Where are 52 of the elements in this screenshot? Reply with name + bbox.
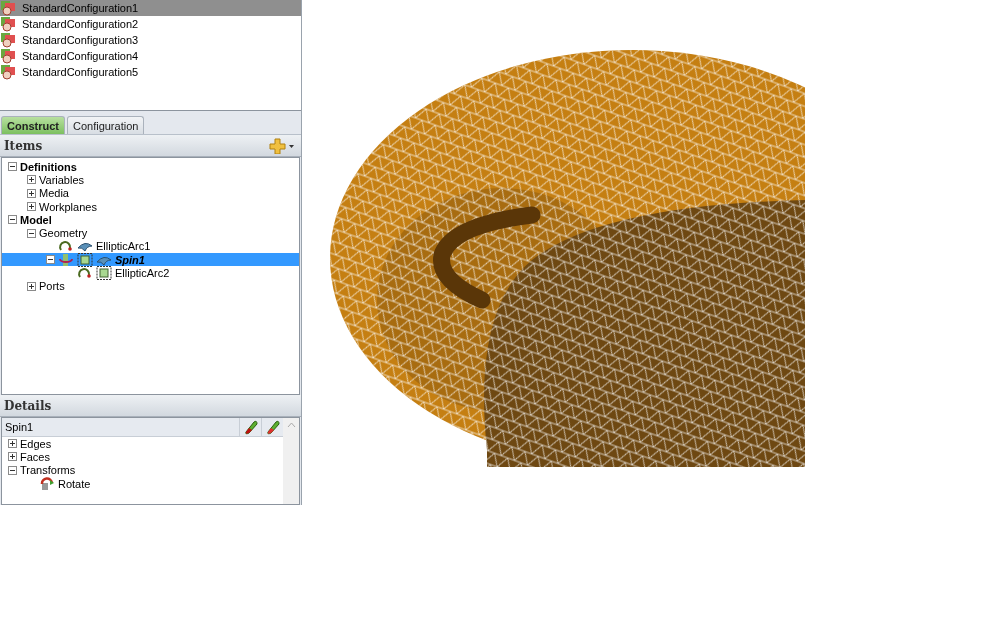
tree-item[interactable]: Transforms [2, 463, 283, 477]
tree-item[interactable]: Media [2, 186, 299, 200]
collapse-toggle[interactable] [27, 228, 36, 238]
rotate-icon [39, 476, 55, 491]
pill-icon [242, 419, 259, 435]
tree-item[interactable]: Definitions [2, 160, 299, 174]
tree-item[interactable]: Workplanes [2, 199, 299, 214]
tree-item[interactable]: Spin1 [2, 253, 299, 267]
configuration-item[interactable]: StandardConfiguration3 [0, 32, 301, 48]
configuration-item[interactable]: StandardConfiguration4 [0, 48, 301, 64]
add-icon[interactable] [269, 137, 295, 154]
expand-toggle[interactable] [27, 188, 36, 198]
collapse-toggle[interactable] [8, 465, 17, 475]
configuration-item[interactable]: StandardConfiguration1 [0, 0, 301, 16]
arc-icon [58, 239, 74, 254]
expand-toggle[interactable] [27, 281, 36, 291]
square-icon [77, 252, 93, 267]
configuration-icon [0, 48, 18, 64]
arc-icon [77, 266, 93, 281]
header-title: Items [4, 138, 43, 153]
spin-icon [58, 252, 74, 267]
configuration-item[interactable]: StandardConfiguration5 [0, 64, 301, 80]
tree-item[interactable]: EllipticArc1 [2, 239, 299, 254]
configuration-icon [0, 16, 18, 32]
configuration-icon [0, 32, 18, 48]
configuration-icon [0, 64, 18, 80]
expand-toggle[interactable] [27, 202, 36, 212]
pill-button[interactable] [261, 418, 283, 436]
collapse-toggle[interactable] [8, 162, 17, 172]
header-title: Details [4, 398, 52, 413]
configuration-icon [0, 0, 18, 16]
tree-item[interactable]: Variables [2, 173, 299, 187]
tree-item[interactable]: Ports [2, 279, 299, 293]
scrollbar[interactable] [283, 418, 299, 504]
collapse-toggle[interactable] [46, 255, 55, 265]
configuration-item[interactable]: StandardConfiguration2 [0, 16, 301, 32]
tree-item[interactable]: Faces [2, 450, 283, 464]
expand-toggle[interactable] [8, 452, 17, 462]
details-field[interactable]: Spin1 [2, 418, 283, 437]
tree-item[interactable]: Geometry [2, 226, 299, 240]
tab[interactable]: Construct [1, 116, 65, 134]
tree-item[interactable]: Rotate [2, 476, 283, 491]
collapse-toggle[interactable] [8, 215, 17, 225]
tab[interactable]: Configuration [66, 116, 145, 134]
square-icon [96, 266, 112, 281]
tree-item[interactable]: Edges [2, 437, 283, 451]
tree-item[interactable]: Model [2, 213, 299, 227]
pill-icon [264, 419, 281, 435]
tree-item[interactable]: EllipticArc2 [2, 266, 299, 280]
expand-toggle[interactable] [8, 439, 17, 449]
pill-button[interactable] [239, 418, 261, 436]
expand-toggle[interactable] [27, 175, 36, 185]
